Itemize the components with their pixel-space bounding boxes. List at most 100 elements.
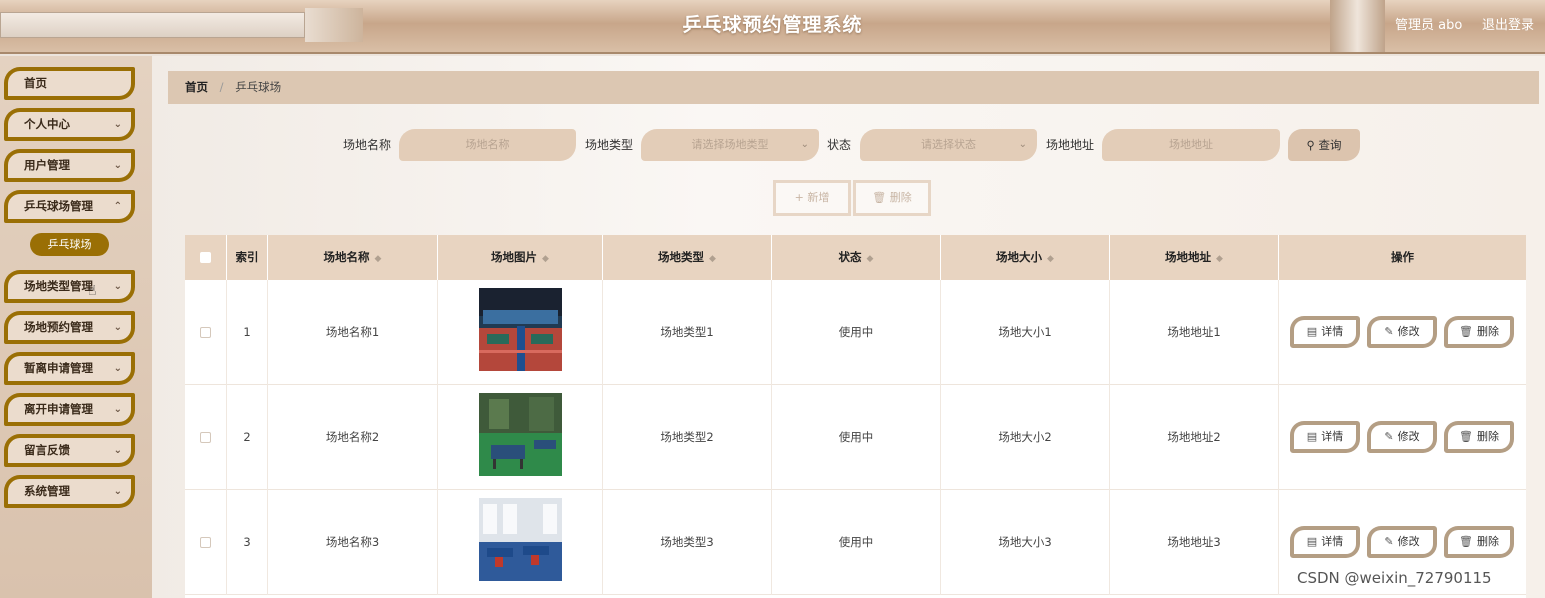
sidebar-item-label: 场地预约管理	[24, 320, 93, 334]
venue-name-label: 场地名称	[343, 138, 392, 152]
venue-table: 索引 场地名称 ◆ 场地图片 ◆ 场地类型 ◆ 状态 ◆ 场地大小 ◆ 场地地址 ◆ 操作	[185, 235, 1526, 598]
query-button-label: 查询	[1318, 138, 1342, 152]
delete-button[interactable]: 🗑 删除	[1444, 316, 1514, 348]
trash-icon: 🗑	[872, 191, 890, 204]
row-select-cell	[185, 280, 227, 385]
venue-address-input[interactable]: 场地地址	[1102, 129, 1280, 161]
sidebar-item-label: 暂离申请管理	[24, 361, 93, 375]
chevron-up-icon: ⌃	[113, 201, 122, 212]
row-venue-name: 场地名称1	[268, 280, 438, 385]
row-venue-image-cell	[438, 280, 603, 385]
sidebar-item-profile[interactable]: 个人中心 ⌄	[4, 108, 135, 141]
column-header-status[interactable]: 状态 ◆	[772, 235, 941, 280]
row-venue-name: 场地名称2	[268, 385, 438, 490]
row-venue-size: 场地大小3	[941, 490, 1110, 595]
detail-button[interactable]: ▤ 详情	[1290, 526, 1360, 558]
sort-icon: ◆	[1047, 254, 1054, 264]
sort-icon: ◆	[709, 254, 716, 264]
sidebar-item-label: 系统管理	[24, 484, 70, 498]
sidebar-item-system[interactable]: 系统管理 ⌄	[4, 475, 135, 508]
column-header-label: 状态	[838, 250, 862, 264]
sort-icon: ◆	[1216, 254, 1223, 264]
column-header-name[interactable]: 场地名称 ◆	[268, 235, 438, 280]
edit-button[interactable]: ✎ 修改	[1367, 316, 1437, 348]
column-header-actions: 操作	[1391, 250, 1414, 264]
detail-button-label: 详情	[1321, 535, 1344, 548]
batch-delete-button[interactable]: 🗑 删除	[853, 180, 931, 216]
sidebar-item-label: 离开申请管理	[24, 402, 93, 416]
table-header: 索引 场地名称 ◆ 场地图片 ◆ 场地类型 ◆ 状态 ◆ 场地大小 ◆ 场地地址 ◆ 操作	[185, 235, 1526, 280]
status-placeholder: 请选择状态	[921, 138, 976, 151]
trash-icon: 🗑	[1459, 535, 1473, 548]
detail-button[interactable]: ▤ 详情	[1290, 316, 1360, 348]
column-header-size[interactable]: 场地大小 ◆	[941, 235, 1110, 280]
delete-button-label: 删除	[1476, 325, 1499, 338]
app-header: 乒乓球预约管理系统 管理员 abo 退出登录	[0, 0, 1545, 54]
delete-button[interactable]: 🗑 删除	[1444, 526, 1514, 558]
add-button[interactable]: + 新增	[773, 180, 851, 216]
venue-image-outdoor-court[interactable]	[479, 393, 562, 476]
edit-button-label: 修改	[1397, 325, 1420, 338]
row-venue-name: 场地名称3	[268, 490, 438, 595]
sidebar-item-feedback[interactable]: 留言反馈 ⌄	[4, 434, 135, 467]
trash-icon: 🗑	[1459, 325, 1473, 338]
sidebar-item-label: 乒乓球场管理	[24, 199, 93, 213]
batch-delete-button-label: 删除	[889, 191, 912, 204]
row-index: 1	[227, 280, 268, 385]
sidebar-item-venue-type[interactable]: 场地类型管理 ⌄	[4, 270, 135, 303]
query-button[interactable]: ⚲ 查询	[1288, 129, 1360, 161]
sidebar-item-users[interactable]: 用户管理 ⌄	[4, 149, 135, 182]
chevron-down-icon: ⌄	[113, 486, 122, 497]
row-actions: ▤ 详情 ✎ 修改 🗑 删除	[1279, 385, 1526, 490]
venue-image-indoor-hall[interactable]	[479, 288, 562, 371]
detail-button[interactable]: ▤ 详情	[1290, 421, 1360, 453]
column-header-type[interactable]: 场地类型 ◆	[603, 235, 772, 280]
sidebar-subitem-court[interactable]: 乒乓球场	[30, 233, 109, 256]
row-checkbox[interactable]	[200, 327, 211, 338]
chevron-down-icon: ⌄	[113, 363, 122, 374]
logout-link[interactable]: 退出登录	[1482, 14, 1534, 33]
main-content: 首页 / 乒乓球场 场地名称 场地名称 场地类型 请选择场地类型 ⌄ 状态 请选…	[152, 56, 1545, 598]
chevron-down-icon: ⌄	[113, 445, 122, 456]
row-venue-address: 场地地址3	[1110, 490, 1279, 595]
column-header-label: 场地名称	[323, 250, 370, 264]
venue-image-bright-room[interactable]	[479, 498, 562, 581]
row-venue-image-cell	[438, 385, 603, 490]
breadcrumb-home[interactable]: 首页	[185, 80, 208, 94]
edit-button[interactable]: ✎ 修改	[1367, 421, 1437, 453]
detail-button-label: 详情	[1321, 430, 1344, 443]
row-status: 使用中	[772, 385, 941, 490]
row-checkbox[interactable]	[200, 432, 211, 443]
row-venue-size: 场地大小2	[941, 385, 1110, 490]
table-row: 1 场地名称1 场地类型1 使用中 场地大小1 场地地址1 ▤ 详情 ✎ 修改 …	[185, 280, 1526, 385]
sidebar-item-reservation[interactable]: 场地预约管理 ⌄	[4, 311, 135, 344]
column-header-image[interactable]: 场地图片 ◆	[438, 235, 603, 280]
row-status: 使用中	[772, 280, 941, 385]
edit-button-label: 修改	[1397, 430, 1420, 443]
document-icon: ▤	[1306, 325, 1318, 338]
sidebar-item-label: 个人中心	[24, 117, 70, 131]
row-checkbox[interactable]	[200, 537, 211, 548]
app-title: 乒乓球预约管理系统	[682, 14, 863, 36]
sidebar-item-label: 留言反馈	[24, 443, 70, 457]
venue-address-label: 场地地址	[1046, 138, 1095, 152]
sidebar-item-leave[interactable]: 离开申请管理 ⌄	[4, 393, 135, 426]
sidebar-item-court-management[interactable]: 乒乓球场管理 ⌃	[4, 190, 135, 223]
sidebar-item-home[interactable]: 首页	[4, 67, 135, 100]
venue-name-input[interactable]: 场地名称	[399, 129, 576, 161]
select-all-checkbox[interactable]	[200, 252, 211, 263]
edit-button[interactable]: ✎ 修改	[1367, 526, 1437, 558]
sidebar-item-temp-leave[interactable]: 暂离申请管理 ⌄	[4, 352, 135, 385]
delete-button[interactable]: 🗑 删除	[1444, 421, 1514, 453]
row-actions: ▤ 详情 ✎ 修改 🗑 删除	[1279, 280, 1526, 385]
chevron-down-icon: ⌄	[800, 139, 809, 150]
sort-icon: ◆	[542, 254, 549, 264]
table-row: 2 场地名称2 场地类型2 使用中 场地大小2 场地地址2 ▤ 详情 ✎ 修改 …	[185, 385, 1526, 490]
chevron-down-icon: ⌄	[113, 281, 122, 292]
status-select[interactable]: 请选择状态 ⌄	[860, 129, 1037, 161]
breadcrumb-separator: /	[219, 80, 224, 94]
current-user-label: 管理员 abo	[1395, 18, 1463, 33]
venue-type-select[interactable]: 请选择场地类型 ⌄	[641, 129, 819, 161]
column-header-address[interactable]: 场地地址 ◆	[1110, 235, 1279, 280]
row-index: 3	[227, 490, 268, 595]
